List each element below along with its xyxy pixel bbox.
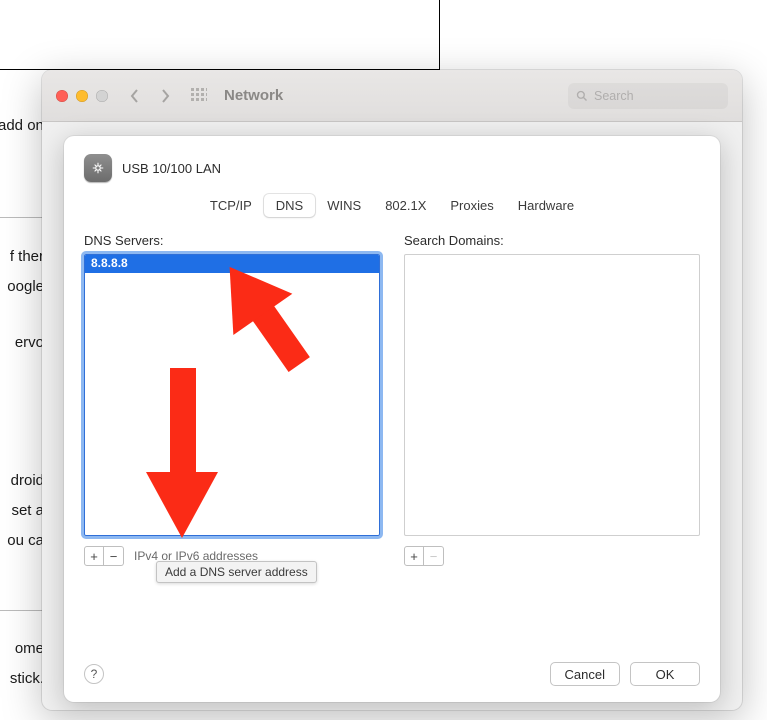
tab-hardware[interactable]: Hardware xyxy=(506,194,586,217)
dns-sheet: USB 10/100 LAN TCP/IP DNS WINS 802.1X Pr… xyxy=(64,136,720,702)
show-all-button[interactable] xyxy=(188,85,210,107)
bg-box xyxy=(0,0,440,70)
close-window-button[interactable] xyxy=(56,90,68,102)
remove-domain-button[interactable]: − xyxy=(424,546,444,566)
help-button[interactable]: ? xyxy=(84,664,104,684)
bg-text: add on xyxy=(0,112,44,139)
dns-servers-label: DNS Servers: xyxy=(84,233,380,248)
bg-text: f ther xyxy=(0,243,44,270)
tab-proxies[interactable]: Proxies xyxy=(438,194,505,217)
sheet-footer: ? Cancel OK xyxy=(84,662,700,686)
window-controls xyxy=(56,90,108,102)
forward-button[interactable] xyxy=(154,85,176,107)
interface-header: USB 10/100 LAN xyxy=(84,154,700,182)
dns-server-row[interactable]: 8.8.8.8 xyxy=(85,255,379,273)
bg-text: ome xyxy=(0,635,44,662)
dns-servers-list[interactable]: 8.8.8.8 xyxy=(84,254,380,536)
search-field[interactable]: Search xyxy=(568,83,728,109)
bg-text: ervo xyxy=(0,329,44,356)
search-domains-panel: Search Domains: + − xyxy=(404,233,700,648)
tab-8021x[interactable]: 802.1X xyxy=(373,194,438,217)
tab-dns[interactable]: DNS xyxy=(264,194,315,217)
remove-dns-button[interactable]: − xyxy=(104,546,124,566)
add-dns-tooltip: Add a DNS server address xyxy=(156,561,317,583)
bg-rule xyxy=(0,610,42,611)
chevron-right-icon xyxy=(159,89,171,103)
minimize-window-button[interactable] xyxy=(76,90,88,102)
bg-text: ou ca xyxy=(0,527,44,554)
bg-text: stick. xyxy=(0,665,44,692)
bg-text: droid xyxy=(0,467,44,494)
chevron-left-icon xyxy=(129,89,141,103)
tab-tcpip[interactable]: TCP/IP xyxy=(198,194,264,217)
grid-icon xyxy=(191,88,207,104)
toolbar: Network Search xyxy=(42,70,742,122)
domains-controls: + − xyxy=(404,546,700,566)
prefs-window: Network Search Revert Apply USB 10/100 L… xyxy=(42,70,742,710)
tab-wins[interactable]: WINS xyxy=(315,194,373,217)
dns-servers-panel: DNS Servers: 8.8.8.8 + − IPv4 or IPv6 ad… xyxy=(84,233,380,648)
add-domain-button[interactable]: + xyxy=(404,546,424,566)
domains-add-remove: + − xyxy=(404,546,444,566)
window-title: Network xyxy=(224,87,560,104)
search-domains-list[interactable] xyxy=(404,254,700,536)
add-dns-button[interactable]: + xyxy=(84,546,104,566)
ok-button[interactable]: OK xyxy=(630,662,700,686)
bg-text: set a xyxy=(0,497,44,524)
search-placeholder: Search xyxy=(594,89,634,103)
back-button[interactable] xyxy=(124,85,146,107)
tab-bar: TCP/IP DNS WINS 802.1X Proxies Hardware xyxy=(84,194,700,217)
cancel-button[interactable]: Cancel xyxy=(550,662,620,686)
interface-name: USB 10/100 LAN xyxy=(122,161,221,176)
panels: DNS Servers: 8.8.8.8 + − IPv4 or IPv6 ad… xyxy=(84,233,700,648)
search-domains-label: Search Domains: xyxy=(404,233,700,248)
zoom-window-button[interactable] xyxy=(96,90,108,102)
search-icon xyxy=(576,90,588,102)
bg-rule xyxy=(0,217,42,218)
ethernet-icon xyxy=(84,154,112,182)
ethernet-glyph-icon xyxy=(89,159,107,177)
bg-text: oogle xyxy=(0,273,44,300)
dns-add-remove: + − xyxy=(84,546,124,566)
